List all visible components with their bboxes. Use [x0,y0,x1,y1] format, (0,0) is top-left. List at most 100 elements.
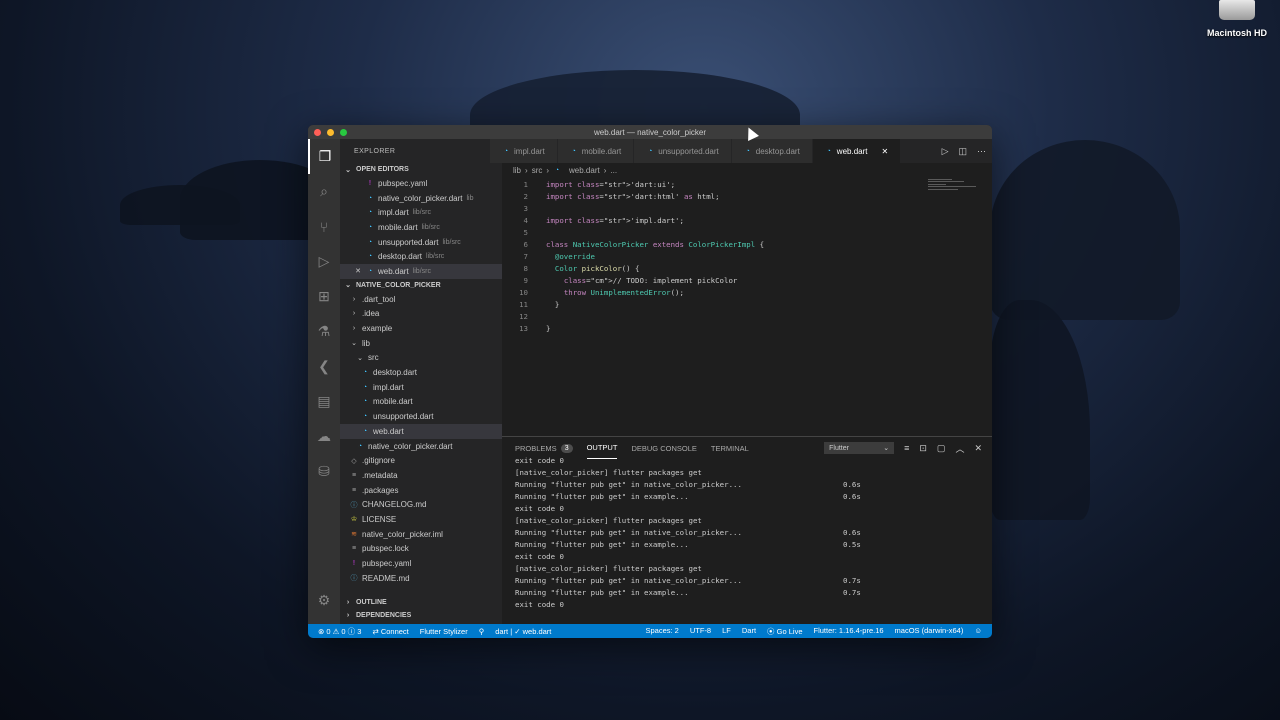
lint-status[interactable]: dart | ✓ web.dart [495,627,551,636]
editor-tab[interactable]: ◔ mobile.dart [557,139,635,163]
open-editor-item[interactable]: ◔ impl.dart lib/src [340,205,502,220]
search-icon[interactable]: ⌕ [308,174,340,209]
output-text: Running "flutter pub get" in example... [515,588,689,597]
panel-tab-problems[interactable]: PROBLEMS 3 [515,437,573,459]
dart-file-icon: ◔ [362,427,368,435]
code-line[interactable]: 10 throw UnimplementedError(); [502,286,992,298]
code-line[interactable]: 11 } [502,298,992,310]
dependencies-header[interactable]: › DEPENDENCIES [340,609,502,622]
tree-item[interactable]: ≋ native_color_picker.iml [340,527,502,542]
code-line[interactable]: 8 Color pickColor() { [502,262,992,274]
editor-tab[interactable]: ◔ web.dart ✕ [812,139,902,163]
run-debug-icon[interactable]: ▷ [308,244,340,279]
flutter-stylizer-status[interactable]: Flutter Stylizer [420,627,468,636]
code-line[interactable]: 1 import class="str">'dart:ui'; [502,178,992,190]
code-line[interactable]: 9 class="cm">// TODO: implement pickColo… [502,274,992,286]
tree-item[interactable]: ◔ impl.dart [340,380,502,395]
feedback-icon[interactable]: ☺ [974,626,982,637]
code-line[interactable]: 6 class NativeColorPicker extends ColorPi… [502,238,992,250]
panel-tab-debug-console[interactable]: DEBUG CONSOLE [631,437,696,459]
tree-item[interactable]: ◔ mobile.dart [340,395,502,410]
open-editor-item[interactable]: ◔ native_color_picker.dart lib [340,191,502,206]
tree-item[interactable]: ≡ pubspec.lock [340,542,502,557]
device-status[interactable]: macOS (darwin-x64) [895,626,964,637]
output-log[interactable]: exit code 0 [native_color_picker] flutter… [502,456,992,612]
tree-item[interactable]: ⓘ CHANGELOG.md [340,497,502,512]
tree-item[interactable]: ⌄ src [340,351,502,366]
breadcrumb-symbol[interactable]: ... [610,166,617,175]
code-line[interactable]: 13} [502,322,992,334]
open-editor-item[interactable]: ✕ ◔ web.dart lib/src [340,264,502,279]
tree-item[interactable]: ◇ .gitignore [340,453,502,468]
testing-icon[interactable]: ⚗ [308,314,340,349]
tree-item[interactable]: ◔ desktop.dart [340,365,502,380]
code-line[interactable]: 12 [502,310,992,322]
connect-status[interactable]: ⇄ Connect [372,627,408,636]
settings-icon[interactable]: ⚙ [308,583,340,618]
explorer-icon[interactable]: ❐ [308,139,340,174]
tree-item[interactable]: ≡ .packages [340,483,502,498]
tree-item[interactable]: ◔ native_color_picker.dart [340,439,502,454]
tree-item[interactable]: ◔ web.dart [340,424,502,439]
language-status[interactable]: Dart [742,626,756,637]
minimap[interactable] [928,177,988,207]
docker-icon[interactable]: ☁ [308,419,340,454]
flutter-version-status[interactable]: Flutter: 1.16.4-pre.16 [814,626,884,637]
project-header[interactable]: ⌄ NATIVE_COLOR_PICKER [340,279,502,292]
tree-item[interactable]: › .dart_tool [340,292,502,307]
code-line[interactable]: 4 import class="str">'impl.dart'; [502,214,992,226]
title-bar[interactable]: web.dart — native_color_picker [308,125,992,139]
run-icon[interactable]: ▷ [942,146,949,157]
panel-tab-terminal[interactable]: TERMINAL [711,437,749,459]
tree-item[interactable]: › .idea [340,307,502,322]
editor-tab[interactable]: ◔ unsupported.dart [634,139,732,163]
open-editor-item[interactable]: ! pubspec.yaml [340,176,502,191]
open-editor-item[interactable]: ◔ unsupported.dart lib/src [340,235,502,250]
flutter-icon[interactable]: ❮ [308,349,340,384]
tree-item[interactable]: ≡ .metadata [340,468,502,483]
tree-item[interactable]: › example [340,321,502,336]
close-panel-icon[interactable]: ✕ [974,443,982,454]
output-channel-select[interactable]: Flutter ⌄ [824,442,895,454]
code-line[interactable]: 3 [502,202,992,214]
editor-tab[interactable]: ◔ impl.dart [490,139,558,163]
clear-output-icon[interactable]: ≡ [904,443,909,453]
indentation-status[interactable]: Spaces: 2 [646,626,679,637]
close-icon[interactable]: ✕ [354,267,362,275]
problems-status[interactable]: ⊗ 0 ⚠ 0 ⓘ 3 [318,626,361,637]
source-control-icon[interactable]: ⑂ [308,209,340,244]
editor-tab[interactable]: ◔ desktop.dart [731,139,813,163]
code-editor[interactable]: 1 import class="str">'dart:ui'; 2 import cl… [502,177,992,334]
go-live-status[interactable]: ⦿ Go Live [767,626,802,637]
code-line[interactable]: 5 [502,226,992,238]
breadcrumb-lib[interactable]: lib [513,166,521,175]
open-editors-header[interactable]: ⌄ OPEN EDITORS [340,163,502,176]
macintosh-hd-drive[interactable]: Macintosh HD [1205,0,1269,38]
yaml-file-icon: ! [369,179,371,187]
tree-item[interactable]: ⓘ README.md [340,571,502,586]
lock-scroll-icon[interactable]: ⊡ [919,443,927,454]
split-editor-icon[interactable]: ◫ [958,146,967,157]
close-tab-icon[interactable]: ✕ [881,147,888,156]
database-icon[interactable]: ⛁ [308,454,340,489]
breadcrumb-src[interactable]: src [532,166,543,175]
tree-item[interactable]: ! pubspec.yaml [340,556,502,571]
browser-icon[interactable]: ▤ [308,384,340,419]
open-editor-item[interactable]: ◔ mobile.dart lib/src [340,220,502,235]
git-icon[interactable]: ⚲ [479,627,485,636]
more-actions-icon[interactable]: ⋯ [977,146,986,157]
eol-status[interactable]: LF [722,626,731,637]
tree-item[interactable]: ⌄ lib [340,336,502,351]
maximize-panel-icon[interactable]: ︿ [955,442,964,455]
outline-header[interactable]: › OUTLINE [340,596,502,609]
open-log-icon[interactable]: ▢ [937,443,946,454]
open-editor-item[interactable]: ◔ desktop.dart lib/src [340,249,502,264]
encoding-status[interactable]: UTF-8 [690,626,711,637]
code-line[interactable]: 7 @override [502,250,992,262]
tree-item[interactable]: ♔ LICENSE [340,512,502,527]
code-line[interactable]: 2 import class="str">'dart:html' as html; [502,190,992,202]
extensions-icon[interactable]: ⊞ [308,279,340,314]
panel-tab-output[interactable]: OUTPUT [586,437,618,459]
tree-item[interactable]: ◔ unsupported.dart [340,409,502,424]
breadcrumb-file[interactable]: web.dart [569,166,600,175]
